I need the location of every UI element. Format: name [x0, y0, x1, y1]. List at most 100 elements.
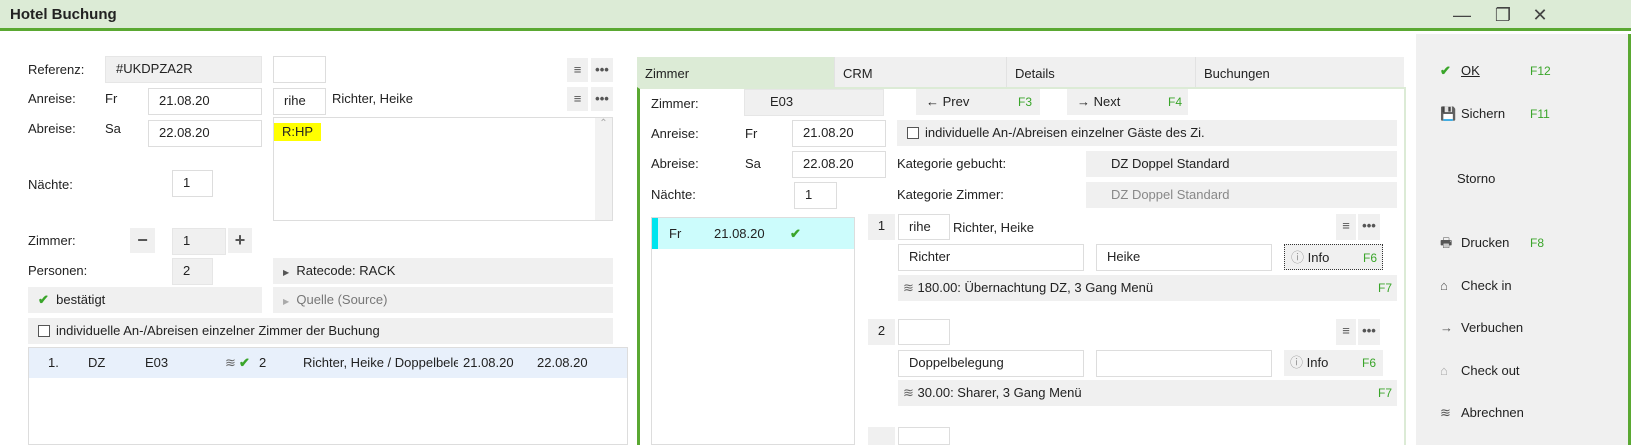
menu-icon[interactable]: ≡ — [567, 58, 588, 82]
info-button[interactable]: ⓘ Info F6 — [1284, 244, 1383, 270]
anreise-date-input[interactable]: 21.08.20 — [148, 88, 262, 115]
quelle-expander[interactable]: ▶ Quelle (Source) — [273, 287, 613, 313]
extra-field[interactable] — [273, 56, 326, 83]
sichern-label: Sichern — [1461, 106, 1506, 121]
check-out-label: Check out — [1461, 363, 1520, 378]
naechte-input[interactable]: 1 — [172, 170, 213, 197]
rate-key: F7 — [1378, 386, 1393, 400]
rate-key: F7 — [1378, 281, 1393, 295]
minimize-button[interactable]: — — [1450, 4, 1474, 26]
restore-button[interactable]: ❐ — [1491, 4, 1515, 26]
increment-button[interactable]: + — [228, 228, 252, 253]
info-key: F6 — [1362, 356, 1377, 370]
table-row[interactable]: 1. DZ E03 ≋ ✔ 2 Richter, Heike / Doppelb… — [29, 348, 627, 378]
verbuchen-button[interactable]: → Verbuchen — [1440, 316, 1610, 340]
row-from: 21.08.20 — [463, 355, 514, 370]
guest-code-input[interactable]: rihe — [898, 214, 950, 240]
house-icon: ⌂ — [1440, 278, 1448, 293]
zimmer-count[interactable]: 1 — [172, 228, 226, 255]
ok-button[interactable]: ✔ OK F12 — [1440, 59, 1610, 83]
personen-field[interactable]: 2 — [172, 258, 213, 285]
sichern-key: F11 — [1530, 107, 1550, 121]
decrement-button[interactable]: − — [130, 228, 155, 253]
abreise-label: Abreise: — [28, 121, 76, 136]
ok-key: F12 — [1530, 64, 1551, 78]
last-name-input[interactable]: Richter — [898, 244, 1084, 271]
check-in-label: Check in — [1461, 278, 1512, 293]
room-abreise-label: Abreise: — [651, 156, 699, 171]
row-persons: 2 — [259, 355, 267, 370]
room-naechte-input[interactable]: 1 — [794, 182, 837, 209]
arrow-right-icon: → — [1077, 94, 1090, 109]
rate-row[interactable]: ≋ 30.00: Sharer, 3 Gang Menü F7 — [898, 380, 1397, 406]
quelle-label: Quelle (Source) — [296, 292, 388, 307]
save-icon: 💾 — [1440, 106, 1457, 121]
room-anreise-input[interactable]: 21.08.20 — [792, 120, 886, 147]
abreise-date-input[interactable]: 22.08.20 — [148, 120, 262, 147]
storno-button[interactable]: Storno — [1457, 167, 1627, 191]
anreise-label: Anreise: — [28, 91, 76, 106]
days-list: Fr 21.08.20 ✔ — [651, 217, 855, 445]
checkbox-label: individuelle An-/Abreisen einzelner Gäst… — [925, 125, 1205, 140]
more-icon[interactable]: ••• — [1358, 214, 1380, 240]
kat-zimmer-label: Kategorie Zimmer: — [897, 187, 1004, 202]
ratecode-expander[interactable]: ▶ Ratecode: RACK — [273, 258, 613, 284]
row-room: E03 — [145, 355, 169, 370]
abrechnen-label: Abrechnen — [1461, 405, 1524, 420]
more-icon[interactable]: ••• — [1358, 319, 1380, 345]
prev-button[interactable]: ← Prev F3 — [916, 89, 1040, 115]
guest-code-input[interactable] — [898, 319, 950, 345]
sichern-button[interactable]: 💾 Sichern F11 — [1440, 102, 1610, 126]
check-out-button[interactable]: ⌂ Check out — [1440, 359, 1610, 383]
drucken-key: F8 — [1530, 236, 1545, 250]
first-name-input[interactable] — [1096, 350, 1272, 377]
anreise-day: Fr — [105, 91, 118, 106]
last-name-input[interactable]: Doppelbelegung — [898, 350, 1084, 377]
rate-row[interactable]: ≋ 180.00: Übernachtung DZ, 3 Gang Menü F7 — [898, 275, 1397, 301]
zimmer-label: Zimmer: — [28, 233, 76, 248]
tab-details[interactable]: Details — [1006, 57, 1195, 88]
day-name: Fr — [669, 226, 682, 241]
room-abreise-input[interactable]: 22.08.20 — [792, 151, 886, 178]
info-key: F6 — [1363, 251, 1378, 265]
first-name-input[interactable]: Heike — [1096, 244, 1272, 271]
scrollbar[interactable]: ⌃ — [595, 118, 612, 220]
checkbox-icon[interactable] — [38, 325, 50, 337]
next-button[interactable]: → Next F4 — [1067, 89, 1188, 115]
tab-crm[interactable]: CRM — [834, 57, 1006, 88]
ratecode-label: Ratecode: RACK — [296, 263, 396, 278]
row-category: DZ — [88, 355, 106, 370]
storno-label: Storno — [1457, 171, 1496, 186]
personen-label: Personen: — [28, 263, 88, 278]
guest-number: 1 — [868, 214, 895, 240]
more-icon[interactable]: ••• — [591, 87, 613, 111]
row-name: Richter, Heike / Doppelbelegung — [303, 355, 458, 370]
info-icon: ⓘ — [1291, 250, 1305, 265]
day-row[interactable]: Fr 21.08.20 ✔ — [652, 218, 854, 249]
status-label: bestätigt — [56, 292, 106, 307]
menu-icon[interactable]: ≡ — [567, 87, 588, 111]
guest-code-input[interactable] — [898, 427, 950, 445]
tab-buchungen[interactable]: Buchungen — [1195, 57, 1404, 88]
checkbox-icon[interactable] — [907, 127, 919, 139]
kat-gebucht-label: Kategorie gebucht: — [897, 156, 1007, 171]
day-date: 21.08.20 — [714, 226, 765, 241]
note-highlight: R:HP — [274, 123, 322, 141]
kat-zimmer-field: DZ Doppel Standard — [1086, 182, 1397, 208]
individual-rooms-checkbox[interactable]: individuelle An-/Abreisen einzelner Zimm… — [28, 318, 613, 344]
individual-guests-checkbox[interactable]: individuelle An-/Abreisen einzelner Gäst… — [897, 120, 1397, 146]
guest-code-input[interactable]: rihe — [273, 88, 326, 115]
kat-gebucht-select[interactable]: DZ Doppel Standard — [1086, 151, 1397, 177]
drucken-button[interactable]: 🖶 Drucken F8 — [1440, 231, 1610, 255]
abrechnen-button[interactable]: ≋ Abrechnen — [1440, 401, 1610, 425]
check-icon: ✔ — [38, 292, 49, 307]
menu-icon[interactable]: ≡ — [1336, 319, 1356, 345]
note-textarea[interactable]: R:HP ⌃ — [273, 117, 613, 221]
more-icon[interactable]: ••• — [591, 58, 613, 82]
info-button[interactable]: ⓘ Info F6 — [1284, 350, 1383, 376]
close-button[interactable]: ✕ — [1528, 4, 1552, 26]
info-label: Info — [1306, 355, 1329, 370]
menu-icon[interactable]: ≡ — [1336, 214, 1356, 240]
check-in-button[interactable]: ⌂ Check in — [1440, 274, 1610, 298]
tab-zimmer[interactable]: Zimmer — [637, 57, 834, 88]
